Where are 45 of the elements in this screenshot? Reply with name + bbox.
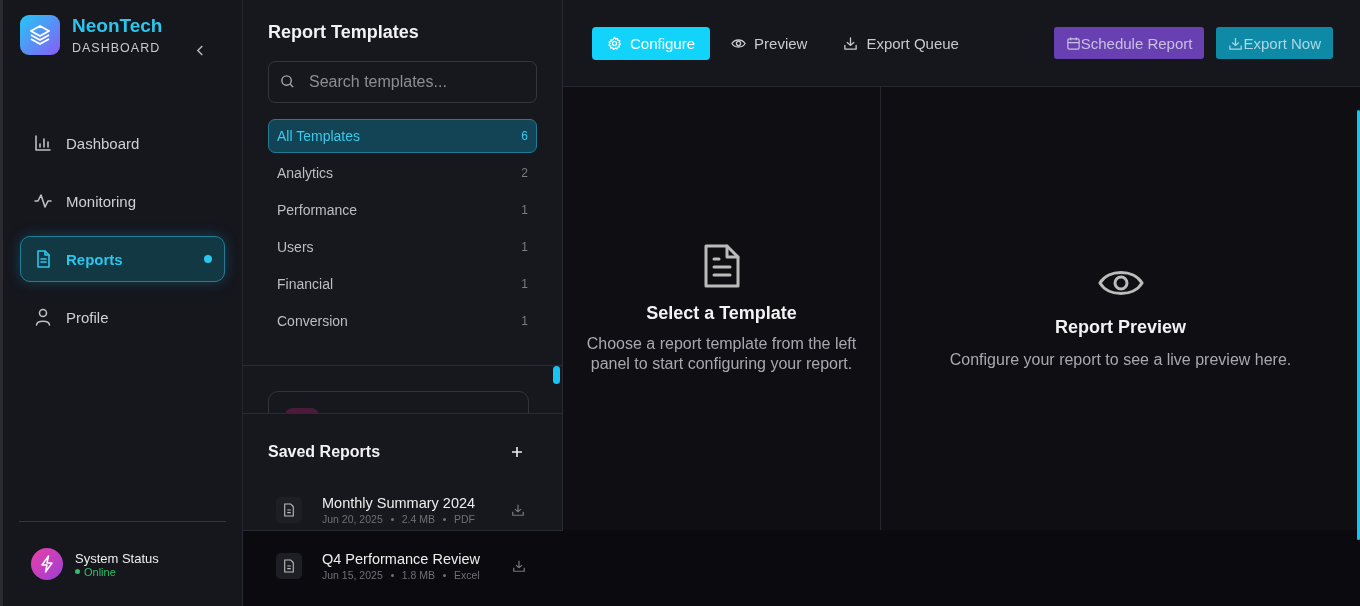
settings-icon bbox=[607, 35, 622, 51]
brand-subtitle: DASHBOARD bbox=[72, 41, 162, 55]
nav-item[interactable]: Dashboard bbox=[20, 120, 225, 166]
scrollbar-thumb[interactable] bbox=[553, 366, 560, 385]
user-icon bbox=[33, 307, 53, 327]
nav-item[interactable]: Reports bbox=[20, 236, 225, 282]
status-label: Online bbox=[75, 565, 159, 578]
download-icon[interactable] bbox=[511, 503, 525, 517]
nav-item[interactable]: Profile bbox=[20, 294, 225, 340]
category-item[interactable]: All Templates 6 bbox=[268, 119, 537, 153]
saved-report-item[interactable]: Monthly Summary 2024 Jun 20, 2025 2.4 MB PDF bbox=[268, 490, 537, 530]
logo-icon bbox=[20, 15, 60, 55]
download-icon[interactable] bbox=[512, 559, 526, 573]
section-title: Saved Reports bbox=[268, 443, 381, 461]
tab[interactable]: Preview bbox=[716, 26, 823, 60]
tab[interactable]: Export Queue bbox=[828, 26, 974, 60]
lightning-icon bbox=[31, 548, 63, 580]
pane-description: Choose a report template from the left panel to start configuring your report. bbox=[585, 334, 858, 374]
pane-title: Report Preview bbox=[1054, 317, 1186, 338]
search-icon bbox=[280, 74, 295, 89]
pane-title: Select a Template bbox=[646, 303, 797, 324]
calendar-icon bbox=[1065, 35, 1081, 51]
file-icon bbox=[276, 497, 302, 523]
pulse-icon bbox=[33, 191, 53, 211]
category-item[interactable]: Performance 1 bbox=[268, 193, 537, 227]
brand-name: NeonTech bbox=[72, 15, 163, 37]
status-title: System Status bbox=[75, 550, 159, 566]
scrollbar-thumb[interactable] bbox=[1357, 110, 1360, 540]
pane-description: Configure your report to see a live preview here. bbox=[948, 350, 1293, 370]
category-item[interactable]: Analytics 2 bbox=[268, 156, 537, 190]
schedule-button[interactable]: Schedule Report bbox=[1053, 27, 1205, 59]
file-icon bbox=[276, 553, 302, 579]
search-field[interactable]: Search templates... bbox=[268, 61, 537, 103]
panel-title: Report Templates bbox=[268, 22, 420, 43]
category-item[interactable]: Users 1 bbox=[268, 230, 537, 264]
saved-report-item[interactable]: Q4 Performance Review Jun 15, 2025 1.8 MB Excel bbox=[268, 540, 538, 592]
download-icon bbox=[1228, 35, 1244, 51]
add-icon[interactable] bbox=[511, 446, 523, 458]
download-icon bbox=[843, 35, 859, 51]
active-indicator-dot bbox=[204, 255, 212, 263]
bar-chart-icon bbox=[33, 133, 53, 153]
nav-item[interactable]: Monitoring bbox=[20, 178, 225, 224]
category-item[interactable]: Financial 1 bbox=[268, 267, 537, 301]
category-item[interactable]: Conversion 1 bbox=[268, 304, 537, 338]
collapse-icon[interactable] bbox=[196, 44, 206, 57]
